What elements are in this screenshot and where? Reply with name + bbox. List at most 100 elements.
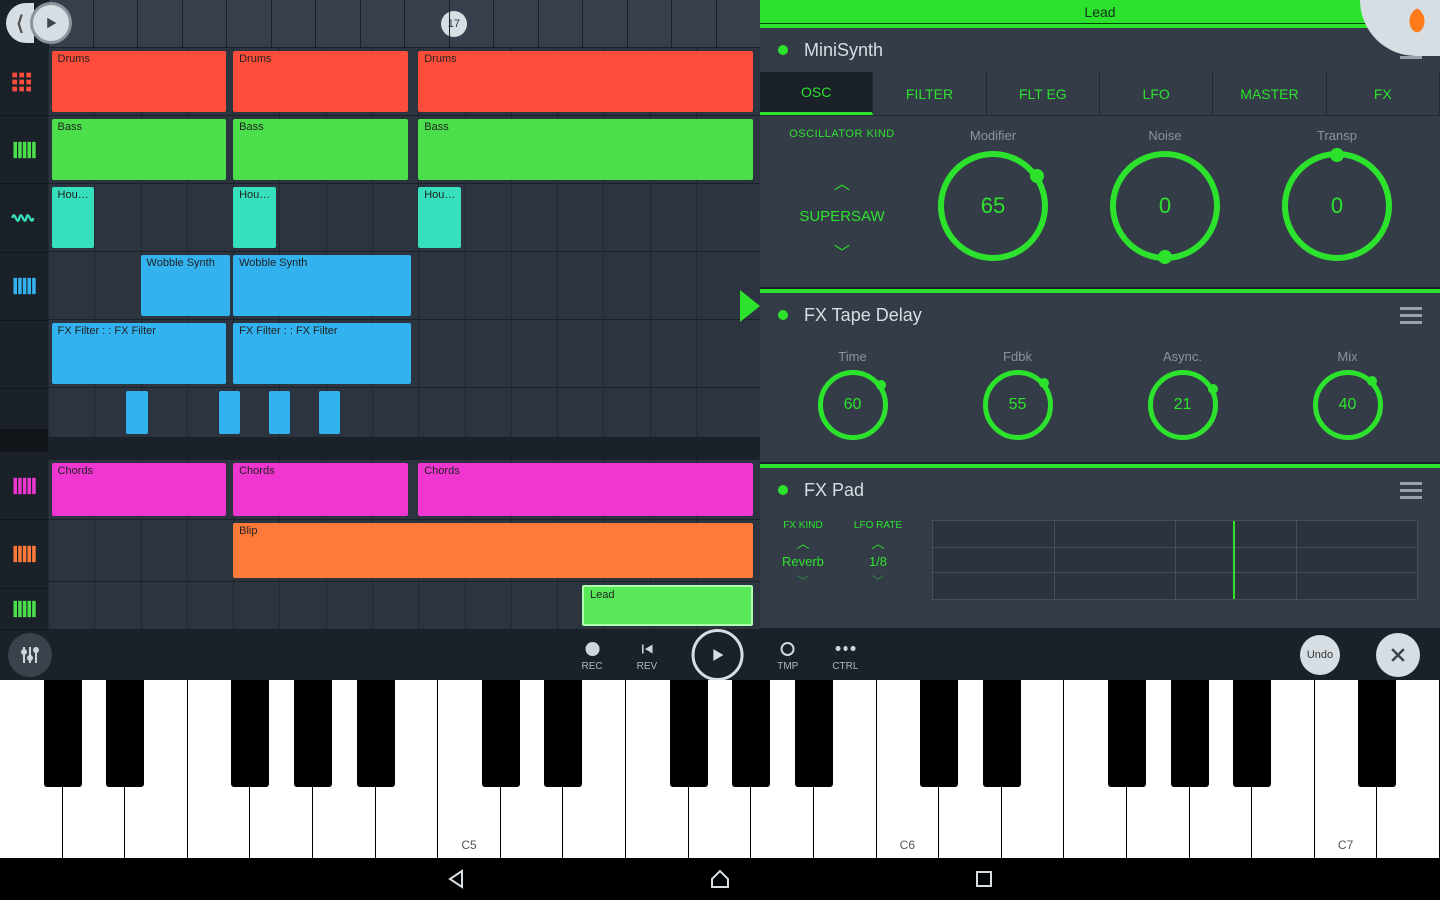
module-enable-dot[interactable] <box>778 310 788 320</box>
osc-kind-up-icon[interactable]: ︿ <box>834 170 850 194</box>
black-key[interactable] <box>732 680 770 787</box>
module-enable-dot[interactable] <box>778 45 788 55</box>
module-menu-icon[interactable] <box>1400 482 1422 499</box>
clip-fxfilter[interactable]: FX Filter : : FX Filter <box>233 323 411 384</box>
tab-lfo[interactable]: LFO <box>1100 72 1213 115</box>
clip-hou[interactable]: Hou… <box>418 187 461 248</box>
osc-kind-down-icon[interactable]: ﹀ <box>834 239 850 263</box>
track-head-wobble[interactable] <box>0 253 48 321</box>
clip-hit[interactable] <box>319 391 340 434</box>
black-key[interactable] <box>1108 680 1146 787</box>
clip-fxfilter[interactable]: FX Filter : : FX Filter <box>52 323 226 384</box>
rack-collapse-arrow-icon[interactable] <box>740 290 760 322</box>
fx-kind-down-icon[interactable]: ﹀ <box>796 571 809 590</box>
lfo-rate-value[interactable]: 1/8 <box>869 554 887 569</box>
black-key[interactable] <box>983 680 1021 787</box>
clip-drums[interactable]: Drums <box>418 51 753 112</box>
clip-bass[interactable]: Bass <box>52 119 226 180</box>
piano-keyboard[interactable]: C5C6C7 <box>0 680 1440 858</box>
synth-tabs: OSC FILTER FLT EG LFO MASTER FX <box>760 72 1440 116</box>
knob-transp[interactable]: 0 <box>1282 151 1392 261</box>
clip-wobble[interactable]: Wobble Synth <box>233 255 411 316</box>
ctrl-button[interactable]: CTRL <box>832 639 858 672</box>
fx-kind-value[interactable]: Reverb <box>782 554 824 569</box>
tab-osc[interactable]: OSC <box>760 72 873 115</box>
clip-chords[interactable]: Chords <box>418 463 753 516</box>
track-head-blip[interactable] <box>0 520 48 588</box>
fx-pad-xy[interactable] <box>932 520 1418 600</box>
clip-blip[interactable]: Blip <box>233 523 753 578</box>
undo-button[interactable]: Undo <box>1300 635 1340 675</box>
tab-flteg[interactable]: FLT EG <box>987 72 1100 115</box>
nav-recent-icon[interactable] <box>972 867 996 891</box>
track-head-bass[interactable] <box>0 116 48 184</box>
knob-mix[interactable]: 40 <box>1313 370 1383 440</box>
module-title: MiniSynth <box>804 40 883 61</box>
tab-filter[interactable]: FILTER <box>873 72 986 115</box>
knob-fdbk[interactable]: 55 <box>983 370 1053 440</box>
knob-noise[interactable]: 0 <box>1110 151 1220 261</box>
module-menu-icon[interactable] <box>1400 307 1422 324</box>
track-head-hou[interactable] <box>0 184 48 252</box>
track-head-chords[interactable] <box>0 452 48 520</box>
close-icon <box>1388 645 1408 665</box>
clip-bass[interactable]: Bass <box>233 119 407 180</box>
tab-master[interactable]: MASTER <box>1213 72 1326 115</box>
record-button[interactable]: REC <box>582 639 603 672</box>
black-key[interactable] <box>1171 680 1209 787</box>
track-head-drums[interactable] <box>0 48 48 116</box>
clip-drums[interactable]: Drums <box>233 51 407 112</box>
playhead-marker[interactable]: 17 <box>441 11 467 37</box>
piano-icon <box>10 472 38 500</box>
pads-icon <box>10 68 38 96</box>
clip-chords[interactable]: Chords <box>233 463 407 516</box>
lfo-rate-up-icon[interactable]: ︿ <box>871 533 884 552</box>
clip-drums[interactable]: Drums <box>52 51 226 112</box>
fx-kind-label: FX KIND <box>783 520 822 531</box>
close-button[interactable] <box>1376 633 1420 677</box>
clip-hit[interactable] <box>219 391 240 434</box>
black-key[interactable] <box>482 680 520 787</box>
black-key[interactable] <box>544 680 582 787</box>
clip-lead[interactable]: Lead <box>582 585 753 626</box>
module-enable-dot[interactable] <box>778 485 788 495</box>
top-play-button[interactable] <box>30 2 72 44</box>
black-key[interactable] <box>294 680 332 787</box>
black-key[interactable] <box>920 680 958 787</box>
clip-hit[interactable] <box>269 391 290 434</box>
fruit-logo-icon <box>1402 6 1432 36</box>
nav-back-icon[interactable] <box>444 867 468 891</box>
knob-modifier[interactable]: 65 <box>938 151 1048 261</box>
clip-hou[interactable]: Hou… <box>233 187 276 248</box>
track-head-fx[interactable] <box>0 321 48 389</box>
knob-time[interactable]: 60 <box>818 370 888 440</box>
knob-async[interactable]: 21 <box>1148 370 1218 440</box>
clip-wobble[interactable]: Wobble Synth <box>141 255 230 316</box>
track-head-hits[interactable] <box>0 389 48 430</box>
clip-chords[interactable]: Chords <box>52 463 226 516</box>
lfo-rate-down-icon[interactable]: ﹀ <box>871 571 884 590</box>
osc-kind-value[interactable]: SUPERSAW <box>799 208 884 225</box>
clip-bass[interactable]: Bass <box>418 119 753 180</box>
mixer-button[interactable] <box>8 633 52 677</box>
clip-hou[interactable]: Hou… <box>52 187 95 248</box>
timeline-ruler[interactable]: 17 <box>48 0 760 48</box>
clip-hit[interactable] <box>126 391 147 434</box>
module-minisynth: MiniSynth OSC FILTER FLT EG LFO MASTER F… <box>760 24 1440 289</box>
rewind-button[interactable]: REV <box>637 639 658 672</box>
fx-kind-up-icon[interactable]: ︿ <box>796 533 809 552</box>
tab-fx[interactable]: FX <box>1327 72 1440 115</box>
black-key[interactable] <box>670 680 708 787</box>
tempo-button[interactable]: TMP <box>777 639 798 672</box>
black-key[interactable] <box>231 680 269 787</box>
play-button[interactable] <box>691 629 743 681</box>
playlist-area[interactable]: 17 Drums Drums Drums Bass Bass Bass <box>48 0 760 630</box>
nav-home-icon[interactable] <box>708 867 732 891</box>
black-key[interactable] <box>357 680 395 787</box>
black-key[interactable] <box>795 680 833 787</box>
black-key[interactable] <box>1233 680 1271 787</box>
black-key[interactable] <box>106 680 144 787</box>
black-key[interactable] <box>44 680 82 787</box>
track-head-lead[interactable] <box>0 589 48 630</box>
black-key[interactable] <box>1358 680 1396 787</box>
